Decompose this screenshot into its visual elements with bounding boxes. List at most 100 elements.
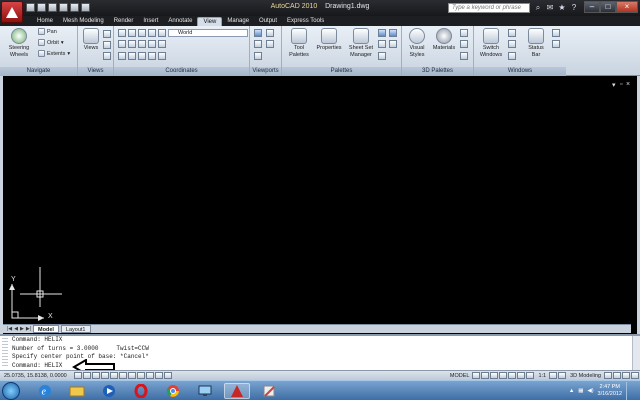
viewport-close-icon[interactable]: × <box>626 81 630 88</box>
panel-label-coordinates[interactable]: Coordinates <box>114 67 249 76</box>
ucs-3point-icon[interactable] <box>148 40 156 48</box>
command-window-grip[interactable] <box>2 338 8 368</box>
coordinate-readout[interactable]: 25.0735, 15.8138, 0.0000 <box>0 373 74 379</box>
network-icon[interactable]: ▦ <box>578 388 583 394</box>
lock-icon[interactable] <box>552 40 560 48</box>
star-icon[interactable]: ★ <box>557 3 567 13</box>
clean-screen-icon[interactable] <box>631 372 639 379</box>
explorer-icon[interactable] <box>64 383 90 399</box>
layout-icon[interactable] <box>472 372 481 379</box>
properties-button[interactable]: Properties <box>314 28 344 52</box>
ie-icon[interactable]: e <box>32 383 58 399</box>
ucs-face-icon[interactable] <box>148 29 156 37</box>
views-button[interactable]: Views <box>81 28 101 52</box>
tray-arrow-icon[interactable]: ▲ <box>569 388 574 394</box>
command-window[interactable]: Command: HELIX Number of turns = 3.0000 … <box>0 334 640 375</box>
calculator-icon[interactable] <box>378 52 386 60</box>
tab-mesh-modeling[interactable]: Mesh Modeling <box>58 17 109 26</box>
ucs-origin-icon[interactable] <box>128 40 136 48</box>
start-button[interactable] <box>2 382 20 400</box>
ucs-icon-props-icon[interactable] <box>148 52 156 60</box>
pan-status-icon[interactable] <box>490 372 499 379</box>
tab-insert[interactable]: Insert <box>138 17 163 26</box>
lwt-icon[interactable] <box>155 372 163 379</box>
pan-button[interactable]: Pan <box>38 28 57 35</box>
qp-icon[interactable] <box>164 372 172 379</box>
ucs-z-icon[interactable] <box>128 52 136 60</box>
application-menu-button[interactable] <box>1 1 23 23</box>
tab-annotate[interactable]: Annotate <box>163 17 197 26</box>
extents-button[interactable]: Extents ▾ <box>38 50 70 57</box>
tab-express-tools[interactable]: Express Tools <box>282 17 329 26</box>
steering-wheels-button[interactable]: Steering Wheels <box>4 28 34 59</box>
designcenter-icon[interactable] <box>378 29 386 37</box>
paint-icon[interactable] <box>256 383 282 399</box>
annotation-scale-value[interactable]: 1:1 <box>538 373 546 379</box>
lights-icon[interactable] <box>460 29 468 37</box>
media-player-icon[interactable] <box>96 383 122 399</box>
sun-icon[interactable] <box>460 40 468 48</box>
render-icon[interactable] <box>460 52 468 60</box>
next-tab-icon[interactable]: ▶ <box>20 326 24 332</box>
toolbars-icon[interactable] <box>552 29 560 37</box>
switch-windows-button[interactable]: Switch Windows <box>478 28 504 59</box>
open-icon[interactable] <box>37 3 46 12</box>
osnap-icon[interactable] <box>110 372 118 379</box>
ucs-y-icon[interactable] <box>118 52 126 60</box>
quick-view-icon[interactable] <box>481 372 490 379</box>
tab-layout1[interactable]: Layout1 <box>60 325 91 333</box>
ucs-named-icon[interactable] <box>158 52 166 60</box>
minimize-button[interactable]: – <box>584 1 600 13</box>
tile-vertical-icon[interactable] <box>508 40 516 48</box>
drawing-canvas[interactable]: ▾ ▫ × Y X <box>6 76 634 326</box>
tab-manage[interactable]: Manage <box>222 17 254 26</box>
volume-icon[interactable]: ◀) <box>587 388 593 394</box>
ucs-icon[interactable] <box>118 29 126 37</box>
ucs-view-icon[interactable] <box>118 40 126 48</box>
cascade-icon[interactable] <box>508 52 516 60</box>
undo-icon[interactable] <box>59 3 68 12</box>
maximize-button[interactable]: □ <box>600 1 616 13</box>
prev-tab-icon[interactable]: ◀ <box>14 326 18 332</box>
command-scrollbar[interactable] <box>632 336 640 372</box>
hardware-accel-icon[interactable] <box>613 372 621 379</box>
first-tab-icon[interactable]: |◀ <box>7 326 12 332</box>
panel-label-navigate[interactable]: Navigate <box>0 67 77 76</box>
dyn-icon[interactable] <box>146 372 154 379</box>
clock[interactable]: 2:47 PM 3/16/2012 <box>598 384 622 398</box>
autoscale-icon[interactable] <box>558 372 567 379</box>
polar-icon[interactable] <box>101 372 109 379</box>
ucs-previous-icon[interactable] <box>138 29 146 37</box>
otrack-icon[interactable] <box>128 372 136 379</box>
ucs-dropdown[interactable]: World <box>168 29 248 37</box>
ucs-x-icon[interactable] <box>158 40 166 48</box>
steering-status-icon[interactable] <box>508 372 517 379</box>
tool-palettes-button[interactable]: Tool Palettes <box>286 28 312 59</box>
lock-status-icon[interactable] <box>604 372 612 379</box>
plot-icon[interactable] <box>81 3 90 12</box>
remote-desktop-icon[interactable] <box>192 383 218 399</box>
annotation-visibility-icon[interactable] <box>549 372 558 379</box>
last-tab-icon[interactable]: ▶| <box>26 326 31 332</box>
materials-button[interactable]: Materials <box>430 28 458 52</box>
viewport-named-icon[interactable] <box>266 29 274 37</box>
close-button[interactable]: × <box>616 1 638 13</box>
viewport-create-icon[interactable] <box>254 52 262 60</box>
viewport-join-icon[interactable] <box>254 40 262 48</box>
panel-label-3d-palettes[interactable]: 3D Palettes <box>402 67 473 76</box>
viewport-config-icon[interactable] <box>254 29 262 37</box>
view-cube-icon[interactable] <box>103 30 111 38</box>
opera-icon[interactable] <box>128 383 154 399</box>
viewport-restore-icon[interactable]: ▫ <box>620 81 622 88</box>
tab-view[interactable]: View <box>197 17 223 26</box>
autocad-taskbar-icon[interactable] <box>224 383 250 399</box>
search-input[interactable]: Type a keyword or phrase <box>448 3 530 13</box>
markup-icon[interactable] <box>378 40 386 48</box>
workspace-switch[interactable]: 3D Modeling <box>570 373 601 379</box>
annotation-scale-icon[interactable] <box>526 372 535 379</box>
new-icon[interactable] <box>26 3 35 12</box>
ucs-zaxis-icon[interactable] <box>138 40 146 48</box>
panel-label-views[interactable]: Views <box>78 67 113 76</box>
help-icon[interactable]: ? <box>569 3 579 13</box>
model-space-toggle[interactable]: MODEL <box>450 373 470 379</box>
